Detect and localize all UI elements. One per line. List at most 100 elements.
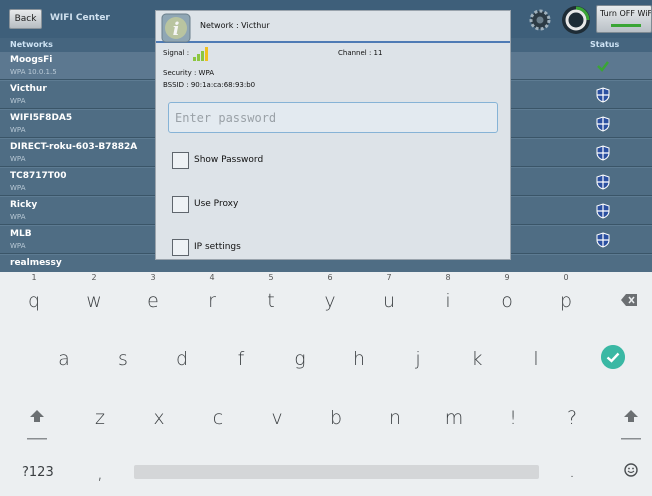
network-dialog: i Network : Victhur Signal : Channel : 1… [155,10,511,260]
key-j[interactable]: j [408,348,428,370]
network-detail: WPA [10,213,26,221]
emoji-icon[interactable] [624,463,638,477]
symbols-key[interactable]: ?123 [22,465,54,480]
key-v[interactable]: v [267,407,287,429]
network-detail: WPA [10,242,26,250]
key-l[interactable]: l [526,348,546,370]
shift-icon[interactable] [620,407,642,441]
checkmark-icon[interactable] [601,345,625,369]
key-label: h [352,348,366,370]
network-name: MoogsFi [10,55,53,65]
power-icon[interactable] [561,5,591,35]
key-a[interactable]: a [54,348,74,370]
turn-off-wifi-label: Turn OFF WiFi [600,9,652,18]
key-label: l [533,348,539,370]
key-hint: 6 [327,273,333,282]
key-label: q [27,290,41,312]
key-label: ? [566,407,578,429]
info-icon: i [161,13,191,43]
key-label: d [175,348,189,370]
key-label: m [444,407,464,429]
key-f[interactable]: f [231,348,251,370]
soft-keyboard: 1q 2w 3e 4r 5t 6y 7u 8i 9o 0p a s d f g … [0,272,652,496]
checkmark-icon [597,61,609,72]
key-o[interactable]: 9o [497,273,517,312]
key-label: o [501,290,513,312]
key-w[interactable]: 2w [84,273,104,312]
security-text: Security : WPA [163,69,215,77]
key-label: e [147,290,159,312]
key-label: c [212,407,224,429]
key-e[interactable]: 3e [143,273,163,312]
key-label: z [95,407,105,429]
key-label: u [382,290,396,312]
dialog-title: Network : Victhur [200,21,270,30]
key-b[interactable]: b [326,407,346,429]
networks-column-header: Networks [10,40,53,49]
key-label: n [388,407,402,429]
key-label: w [86,290,102,312]
key-label: v [271,407,283,429]
shift-icon[interactable] [26,407,48,441]
key-c[interactable]: c [208,407,228,429]
key-label: j [415,348,421,370]
network-detail: WPA [10,97,26,105]
key-comma[interactable]: , [90,462,110,484]
key-m[interactable]: m [444,407,464,429]
key-y[interactable]: 6y [320,273,340,312]
key-hint: 9 [504,273,510,282]
network-detail: WPA 10.0.1.5 [10,68,57,76]
network-name: realmessy [10,258,62,268]
key-label: k [471,348,483,370]
key-label: g [294,348,306,370]
key-g[interactable]: g [290,348,310,370]
key-n[interactable]: n [385,407,405,429]
key-h[interactable]: h [349,348,369,370]
key-d[interactable]: d [172,348,192,370]
bssid-text: BSSID : 90:1a:ca:68:93:b0 [163,81,256,89]
key-hint: 8 [445,273,451,282]
key-hint: 2 [91,273,97,282]
key-label: i [445,290,451,312]
key-label: x [153,407,165,429]
network-detail: WPA [10,184,26,192]
key-period[interactable]: . [562,460,582,482]
spacebar[interactable] [134,465,539,479]
shield-icon [596,145,610,161]
key-hint: 1 [31,273,37,282]
show-password-label: Show Password [194,155,264,165]
key-k[interactable]: k [467,348,487,370]
ip-settings-checkbox[interactable] [172,239,189,256]
backspace-icon[interactable] [621,294,637,306]
key-p[interactable]: 0p [556,273,576,312]
key-label: t [267,290,275,312]
app-title: WIFI Center [50,13,110,23]
key-i[interactable]: 8i [438,273,458,312]
network-name: WIFI5F8DA5 [10,113,73,123]
show-password-checkbox[interactable] [172,152,189,169]
ip-settings-label: IP settings [194,242,241,252]
key-label: b [329,407,343,429]
network-detail: WPA [10,155,26,163]
password-input[interactable]: Enter password [168,102,498,133]
network-name: TC8717T00 [10,171,67,181]
key-t[interactable]: 5t [261,273,281,312]
key-r[interactable]: 4r [202,273,222,312]
back-button[interactable]: Back [9,9,42,29]
turn-off-wifi-button[interactable]: Turn OFF WiFi [596,5,652,33]
network-name: DIRECT-roku-603-B7882A [10,142,138,152]
dialog-header: i Network : Victhur [156,11,510,43]
key-u[interactable]: 7u [379,273,399,312]
key-exclamation[interactable]: ! [503,407,523,429]
key-s[interactable]: s [113,348,133,370]
gear-icon[interactable] [528,8,552,32]
key-q[interactable]: 1q [24,273,44,312]
use-proxy-label: Use Proxy [194,199,239,209]
key-z[interactable]: z [90,407,110,429]
key-hint: 4 [209,273,215,282]
shield-icon [596,232,610,248]
key-x[interactable]: x [149,407,169,429]
shield-icon [596,174,610,190]
use-proxy-checkbox[interactable] [172,196,189,213]
key-question[interactable]: ? [562,407,582,429]
